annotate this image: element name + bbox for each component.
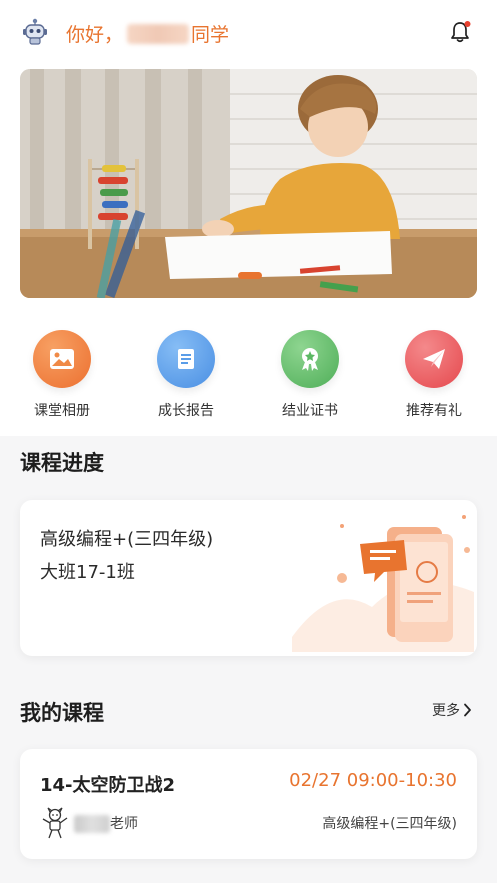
- quick-action-growth-report[interactable]: 成长报告: [141, 330, 231, 420]
- section-title-my-courses: 我的课程: [20, 701, 104, 725]
- greeting-text: 你好， 同学: [66, 20, 229, 47]
- app-header: 你好， 同学: [0, 0, 497, 66]
- blurred-student-name: [127, 23, 190, 44]
- notification-bell-icon[interactable]: [448, 20, 472, 44]
- lesson-time: 02/27 09:00-10:30: [289, 770, 457, 791]
- quick-action-label: 推荐有礼: [406, 403, 462, 419]
- paper-plane-icon: [405, 330, 463, 388]
- quick-action-referral[interactable]: 推荐有礼: [389, 330, 479, 420]
- quick-action-certificate[interactable]: 结业证书: [265, 330, 355, 420]
- progress-course-name: 高级编程+(三四年级): [40, 529, 214, 550]
- carousel-indicator: [238, 272, 262, 279]
- banner-carousel[interactable]: [20, 69, 477, 298]
- quick-action-label: 成长报告: [158, 403, 214, 419]
- quick-action-label: 课堂相册: [34, 403, 90, 419]
- progress-class-name: 大班17-1班: [40, 562, 135, 583]
- photo-album-icon: [33, 330, 91, 388]
- more-courses-link[interactable]: 更多: [432, 700, 472, 720]
- robot-avatar-icon[interactable]: [20, 16, 50, 46]
- teacher-suffix: 老师: [110, 816, 138, 832]
- lesson-card[interactable]: 14-太空防卫战2 02/27 09:00-10:30 老师 高级编程+(三四年…: [20, 749, 477, 859]
- quick-action-label: 结业证书: [282, 403, 338, 419]
- greeting-prefix: 你好，: [66, 24, 124, 46]
- certificate-icon: [281, 330, 339, 388]
- lesson-title: 14-太空防卫战2: [40, 775, 176, 796]
- section-title-progress: 课程进度: [20, 451, 104, 475]
- banner-photo: [20, 69, 477, 298]
- phone-illustration-icon: [292, 515, 474, 652]
- blurred-teacher-name: [74, 815, 110, 833]
- lesson-course-name: 高级编程+(三四年级): [322, 816, 457, 832]
- teacher-avatar-icon: [42, 807, 68, 839]
- more-label: 更多: [432, 703, 460, 719]
- report-icon: [157, 330, 215, 388]
- chevron-right-icon: [464, 703, 471, 717]
- greeting-suffix: 同学: [191, 24, 230, 46]
- course-progress-card[interactable]: 高级编程+(三四年级) 大班17-1班: [20, 500, 477, 656]
- quick-action-class-album[interactable]: 课堂相册: [17, 330, 107, 420]
